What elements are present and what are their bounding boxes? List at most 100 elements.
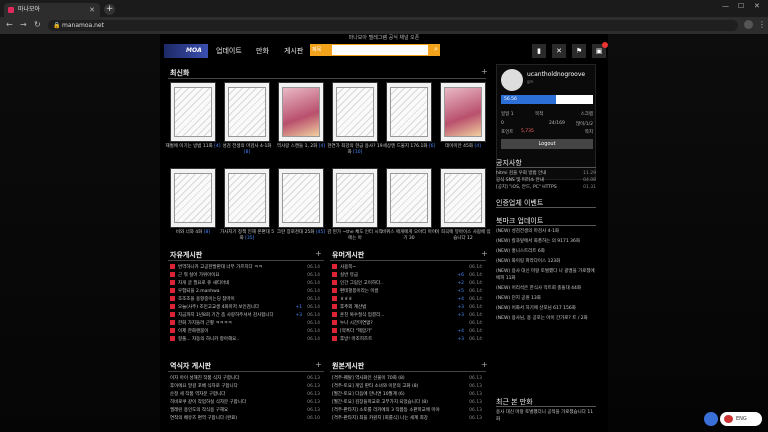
humor-board-title[interactable]: 유머게시판 — [332, 250, 364, 260]
list-item[interactable]: 순정 세 작품 역자분 구합니다 06.13 — [170, 391, 320, 399]
reload-icon[interactable]: ↻ — [34, 20, 41, 29]
list-item[interactable]: 우험되을 2.manhwa 06.14 — [170, 288, 320, 296]
list-item[interactable]: 후방! 마조히즈트 +3 06.14 — [332, 336, 482, 344]
logout-button[interactable]: Logout — [501, 139, 593, 149]
username[interactable]: ucantholdnogroove — [527, 71, 585, 78]
manga-thumbnail[interactable] — [440, 82, 486, 142]
manga-caption[interactable]: 데이미안 45화 [4] — [435, 144, 491, 150]
manga-thumbnail[interactable] — [440, 168, 486, 228]
address-bar[interactable]: 🔒 manamoa.net — [48, 20, 738, 31]
notice-item[interactable]: 공식 SNS 및 미러소 안내 04.08 — [496, 177, 596, 184]
manga-caption[interactable]: 크란 장로천대 25화 [45] — [273, 230, 329, 236]
profile-icon[interactable] — [744, 20, 753, 29]
list-item[interactable]: [월간-토요] 김장들학교로 고부가지 되었습니다 (8) 06.13 — [332, 399, 482, 407]
manga-thumbnail[interactable] — [278, 82, 324, 142]
list-item[interactable]: 엘레린 용인도의 작식용 구해요 06.13 — [170, 407, 320, 415]
list-item[interactable]: 훈친 복수절식 업결리... +3 06.14 — [332, 312, 482, 320]
list-item[interactable]: [격주-퀘탈] 역사화인 선물이 70화 (8) 06.13 — [332, 375, 482, 383]
list-item[interactable]: 이제 한화랜붐이 06.14 — [170, 328, 320, 336]
manga-thumbnail[interactable] — [386, 168, 432, 228]
manga-thumbnail[interactable] — [170, 82, 216, 142]
notification-icon[interactable]: ▣ — [592, 42, 608, 58]
list-item[interactable]: [격주-판타지] 소토를 리카에의 3 작품등 소판학교에 미야 06.13 — [332, 407, 482, 415]
scrap-label[interactable]: 스크랩 — [581, 111, 593, 117]
bookmark-item[interactable]: (NEW) 어화서 하기에 산포님 617 156화 — [496, 305, 596, 312]
bookmark-item[interactable]: (NEW) 성검전생의 마검사 4-1화 — [496, 228, 596, 235]
manga-thumbnail[interactable] — [332, 82, 378, 142]
manga-caption[interactable]: 이 희곡에 뮤아이스 사람에 있습니다 12 — [435, 230, 491, 242]
translator-board-more-icon[interactable]: + — [315, 360, 322, 369]
list-item[interactable]: 조조조을 용항중이는딩 참마이 06.14 — [170, 296, 320, 304]
avatar[interactable] — [501, 69, 523, 91]
shuffle-icon[interactable]: ✕ — [552, 44, 566, 58]
list-item[interactable]: 자게 글 필요로 쥬 새티아네 06.14 — [170, 280, 320, 288]
list-item[interactable]: ㅎㅎㅎ +4 06.14 — [332, 296, 482, 304]
raw-board-more-icon[interactable]: + — [481, 360, 488, 369]
bookmark-item[interactable]: (NEW) 화이링 파라다이스 123화 — [496, 258, 596, 265]
list-item[interactable]: 지금까지 1년8회 기간 좀 사랑하주셔서 감사합니다 +3 06.14 — [170, 312, 320, 320]
list-item[interactable]: 사용쪽~ 06.14 — [332, 264, 482, 272]
list-item[interactable]: [약혹다 "제압기" +4 06.14 — [332, 328, 482, 336]
menu-update[interactable]: 업데이트 — [216, 46, 242, 56]
daily-label[interactable]: 일일 1 — [501, 112, 514, 117]
manga-caption[interactable]: 감 펀가 ~the 체도 인터 시작에는 아 — [327, 230, 383, 242]
list-item[interactable]: 편테펑봉이라는 이름 +5 06.14 — [332, 288, 482, 296]
list-item[interactable]: 번역하니카 고공한발판대 너무 가르치다 ㅋㅋ 06.14 — [170, 264, 320, 272]
manga-thumbnail[interactable] — [170, 168, 216, 228]
language-selector[interactable]: ENG — [720, 412, 762, 426]
list-item[interactable]: 항풀... 자동의 하니카 항아해요.. 06.14 — [170, 336, 320, 344]
search-type-select[interactable]: 제목 — [312, 46, 332, 54]
manga-thumbnail[interactable] — [386, 82, 432, 142]
manga-caption[interactable]: 비와 너와 4화 [8] — [165, 230, 221, 236]
manga-thumbnail[interactable] — [278, 168, 324, 228]
notice-item[interactable]: hitmi 검을 우회 방법 안내 11.29 — [496, 170, 596, 177]
bookmark-item[interactable]: (NEW) 어리석은 한식사 막트회 충돌대 44화 — [496, 285, 596, 292]
list-item[interactable]: 한화 가지들려 근황 ㅋㅋㅋㅋ 06.14 — [170, 320, 320, 328]
bookmark-item[interactable]: (NEW) 던지 공원 13화 — [496, 295, 596, 302]
search-input[interactable] — [332, 45, 428, 55]
list-item[interactable]: 인간 그림인 고이하다.. +2 06.14 — [332, 280, 482, 288]
close-tab-icon[interactable]: ✕ — [89, 3, 95, 17]
list-item[interactable]: 연착의 배유즈 편역 구합니다 (완료) 06.10 — [170, 415, 320, 423]
manga-thumbnail[interactable] — [332, 168, 378, 228]
bookmark-item[interactable]: (NEW) 용사님, 용 공포는 아이 간가로? 트 / 2화 — [496, 315, 596, 322]
translator-board-title[interactable]: 역식자 게시판 — [170, 361, 211, 371]
free-board-title[interactable]: 자유게시판 — [170, 250, 202, 260]
manga-caption[interactable]: 가사지기 정책 인해 본편대 5화 [35] — [219, 230, 275, 242]
list-item[interactable]: 후추외 계산법 +3 06.14 — [332, 304, 482, 312]
manga-caption[interactable]: 세상엔 드물지 176.1화 [6] — [381, 144, 437, 150]
new-tab-button[interactable]: + — [104, 4, 115, 15]
list-item[interactable]: 누나 시간미연없? 06.14 — [332, 320, 482, 328]
list-item[interactable]: 근 뭐 실어 가위아이요 06.14 — [170, 272, 320, 280]
menu-dots-icon[interactable]: ⋮ — [758, 20, 766, 29]
manga-caption[interactable]: 역사랑 스캔들 1, 2화 [4] — [273, 144, 329, 150]
close-window-icon[interactable]: ✕ — [754, 2, 760, 10]
list-item[interactable]: 실반 뮤금 +6 06.14 — [332, 272, 482, 280]
bookmark-icon[interactable]: ▮ — [532, 44, 546, 58]
raw-board-title[interactable]: 원본게시판 — [332, 361, 364, 371]
list-item[interactable]: 이자 아이 성해진 작품 식자 구합니다 06.13 — [170, 375, 320, 383]
humor-board-more-icon[interactable]: + — [481, 249, 488, 258]
chat-bot-icon[interactable] — [704, 412, 718, 426]
back-icon[interactable]: ← — [6, 20, 13, 29]
bookmark-item[interactable]: (NEW) 칼과잎에서 화풍하는 의 9171 36화 — [496, 238, 596, 245]
list-item[interactable]: 히비로쿠 같이 작업하실 식자분 구합니다 06.13 — [170, 399, 320, 407]
bookmark-item[interactable]: (NEW) 홍니스트리트 6화 — [496, 248, 596, 255]
maximize-icon[interactable]: ☐ — [738, 2, 744, 10]
bookmark-item[interactable]: (NEW) 용사 대신 마왕 토벌했다 나 광맹을 가로챘에에피 11화 — [496, 268, 596, 282]
manga-caption[interactable]: 재벌에 이기는 방법 11화 [4] — [165, 144, 221, 150]
search-icon[interactable]: ⌕ — [434, 45, 438, 54]
list-item[interactable]: 오늘(사주) 조민고교생 4화마저 보인검니다 +1 06.14 — [170, 304, 320, 312]
list-item[interactable]: [격주-토요] 게임 판타 소녀와 이분의 고화 (8) 06.13 — [332, 383, 482, 391]
menu-board[interactable]: 게시판 — [284, 46, 303, 56]
goal-label[interactable]: 목적 — [535, 111, 543, 117]
browser-tab[interactable]: 마나모아 ✕ — [4, 3, 100, 17]
manga-thumbnail[interactable] — [224, 82, 270, 142]
notice-item[interactable]: [공지] "iOS, 안드, PC" HTTPS 01.31 — [496, 184, 596, 191]
forward-icon[interactable]: → — [20, 20, 27, 29]
manga-caption[interactable]: 성검 전생의 마검사 4-1화 [8] — [219, 144, 275, 156]
flag-icon[interactable]: ⚑ — [572, 44, 586, 58]
list-item[interactable]: 후이에요 말걸 포베 식자로 구합니다 06.13 — [170, 383, 320, 391]
top-notice[interactable]: 마나모아 텔레그램 공식 채널 오픈 — [160, 34, 608, 42]
menu-manga[interactable]: 만화 — [256, 46, 269, 56]
